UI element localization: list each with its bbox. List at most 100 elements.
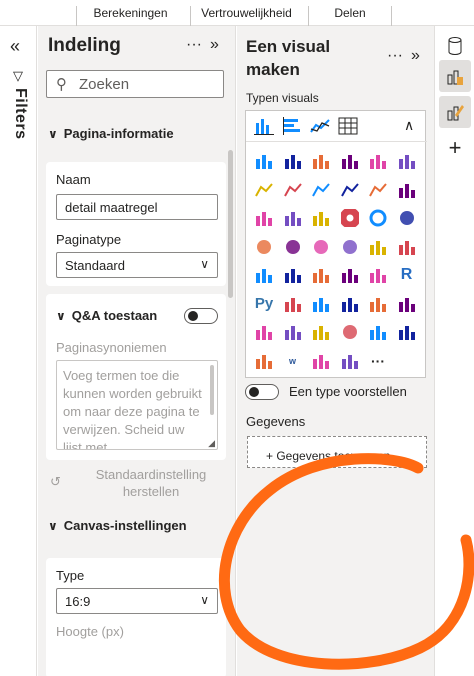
- ribbon-tab-strip: Berekeningen Vertrouwelijkheid Delen: [0, 0, 474, 26]
- stacked-bar-chart-icon[interactable]: [280, 114, 304, 138]
- area-chart-icon[interactable]: [281, 178, 305, 202]
- custom-visual-1-icon[interactable]: [252, 349, 276, 373]
- canvas-type-dropdown[interactable]: 16:9 ∨: [56, 588, 218, 614]
- qa-section-header[interactable]: ∨ Q&A toestaan: [56, 308, 157, 323]
- scatter-chart-icon[interactable]: [309, 206, 333, 230]
- paginated-report-icon[interactable]: [252, 320, 276, 344]
- reset-default-button[interactable]: ↺ Standaardinstelling herstellen: [46, 464, 226, 504]
- line-chart-icon[interactable]: [252, 178, 276, 202]
- decomposition-tree-icon[interactable]: [309, 292, 333, 316]
- 100-stacked-bar-icon[interactable]: [366, 149, 390, 173]
- format-pane-scrollbar[interactable]: [228, 150, 233, 298]
- qa-visual-icon[interactable]: [338, 292, 362, 316]
- multi-row-card-icon[interactable]: [252, 263, 276, 287]
- table-icon[interactable]: [336, 114, 360, 138]
- power-automate-icon[interactable]: [309, 320, 333, 344]
- type-label: Type: [56, 568, 85, 583]
- collapse-pane-icon[interactable]: »: [210, 36, 219, 54]
- suggest-type-toggle[interactable]: [245, 384, 279, 400]
- synonyms-textarea[interactable]: Voeg termen toe die kunnen worden gebrui…: [56, 360, 218, 450]
- more-visuals-icon[interactable]: ···: [366, 349, 390, 373]
- ribbon-chart-icon[interactable]: [395, 178, 419, 202]
- viz-pane-title: Een visual maken: [246, 37, 331, 79]
- trophy-goals-icon[interactable]: [395, 292, 419, 316]
- chevron-down-icon: ∨: [200, 593, 209, 607]
- line-chart-icon[interactable]: [308, 114, 332, 138]
- more-options-icon[interactable]: ···: [186, 36, 202, 54]
- build-visual-button[interactable]: [439, 60, 471, 92]
- synonyms-placeholder: Voeg termen toe die kunnen worden gebrui…: [63, 368, 202, 450]
- filters-label[interactable]: Filters: [11, 88, 29, 140]
- visual-gallery: ∧ R Py w ···: [245, 110, 427, 378]
- chevron-down-icon: ∨: [48, 127, 58, 141]
- section-pagina-informatie[interactable]: ∨ Pagina-informatie: [48, 126, 174, 141]
- visualizations-pane: Een visual maken ··· » Typen visuals ∧ R…: [237, 26, 435, 676]
- plus-icon[interactable]: +: [439, 132, 471, 164]
- r-visual-icon[interactable]: R: [395, 263, 419, 287]
- section-label: Canvas-instellingen: [63, 518, 187, 533]
- donut-chart-icon[interactable]: [366, 206, 390, 230]
- format-pane-title: Indeling: [48, 35, 121, 56]
- stacked-column-chart-icon[interactable]: [252, 114, 276, 138]
- card-icon[interactable]: [395, 235, 419, 259]
- key-influencers-icon[interactable]: [281, 292, 305, 316]
- section-label: Pagina-informatie: [63, 126, 174, 141]
- page-name-value: detail maatregel: [65, 200, 158, 215]
- line-clustered-column-icon[interactable]: [338, 178, 362, 202]
- power-apps-icon[interactable]: [281, 320, 305, 344]
- collapse-pane-icon[interactable]: »: [411, 47, 420, 65]
- 100-stacked-column-icon[interactable]: [395, 149, 419, 173]
- funnel-icon: ▽: [13, 68, 23, 83]
- slicer-icon[interactable]: [309, 263, 333, 287]
- table-icon[interactable]: [338, 263, 362, 287]
- treemap-icon[interactable]: [395, 206, 419, 230]
- tab-delen[interactable]: Delen: [308, 6, 392, 26]
- tab-vertrouwelijkheid[interactable]: Vertrouwelijkheid: [190, 6, 302, 26]
- more-options-icon[interactable]: ···: [387, 47, 403, 65]
- funnel-chart-icon[interactable]: [281, 206, 305, 230]
- hierarchy-visual-icon[interactable]: [309, 349, 333, 373]
- textarea-scrollbar[interactable]: [210, 365, 214, 415]
- qa-toggle[interactable]: [184, 308, 218, 324]
- chevron-double-left-icon[interactable]: «: [10, 36, 20, 57]
- resize-grip-icon[interactable]: ◢: [208, 438, 215, 449]
- arcgis-map-icon[interactable]: [338, 320, 362, 344]
- shape-map-icon[interactable]: [309, 235, 333, 259]
- pie-chart-icon[interactable]: [338, 206, 362, 230]
- data-pane-button[interactable]: [439, 30, 471, 62]
- data-section-label: Gegevens: [246, 414, 306, 429]
- synonyms-label: Paginasynoniemen: [56, 340, 167, 355]
- section-canvas-instellingen[interactable]: ∨ Canvas-instellingen: [48, 518, 187, 533]
- stacked-bar-chart-icon[interactable]: [252, 149, 276, 173]
- filled-map-icon[interactable]: [281, 235, 305, 259]
- line-stacked-column-icon[interactable]: [366, 178, 390, 202]
- diamond-visual-icon[interactable]: [366, 320, 390, 344]
- python-visual-icon[interactable]: Py: [252, 292, 276, 316]
- smart-narrative-icon[interactable]: [366, 292, 390, 316]
- azure-map-icon[interactable]: [338, 235, 362, 259]
- chevron-visual-icon[interactable]: [395, 320, 419, 344]
- clustered-bar-chart-icon[interactable]: [281, 149, 305, 173]
- custom-visual-2-icon[interactable]: [338, 349, 362, 373]
- matrix-icon[interactable]: [366, 263, 390, 287]
- add-data-button[interactable]: + Gegevens toevoegen: [247, 436, 427, 468]
- format-visual-icon: [447, 105, 464, 121]
- kpi-icon[interactable]: [281, 263, 305, 287]
- stacked-area-chart-icon[interactable]: [309, 178, 333, 202]
- format-pane: Indeling ··· » ⚲ Zoeken ∨ Pagina-informat…: [38, 26, 236, 676]
- search-input[interactable]: ⚲ Zoeken: [46, 70, 224, 98]
- tab-berekeningen[interactable]: Berekeningen: [76, 6, 184, 26]
- pagetype-dropdown[interactable]: Standaard ∨: [56, 252, 218, 278]
- gauge-icon[interactable]: [366, 235, 390, 259]
- word-visual-icon[interactable]: w: [281, 349, 305, 373]
- chevron-up-icon[interactable]: ∧: [404, 117, 414, 134]
- qa-card: ∨ Q&A toestaan Paginasynoniemen Voeg term…: [46, 294, 226, 460]
- clustered-column-chart-icon[interactable]: [338, 149, 362, 173]
- format-visual-button[interactable]: [439, 96, 471, 128]
- page-name-field[interactable]: detail maatregel: [56, 194, 218, 220]
- page-info-card: Naam detail maatregel Paginatype Standaa…: [46, 162, 226, 286]
- stacked-column-chart-icon[interactable]: [309, 149, 333, 173]
- filters-pane: « ▽ Filters: [0, 26, 37, 676]
- waterfall-chart-icon[interactable]: [252, 206, 276, 230]
- map-icon[interactable]: [252, 235, 276, 259]
